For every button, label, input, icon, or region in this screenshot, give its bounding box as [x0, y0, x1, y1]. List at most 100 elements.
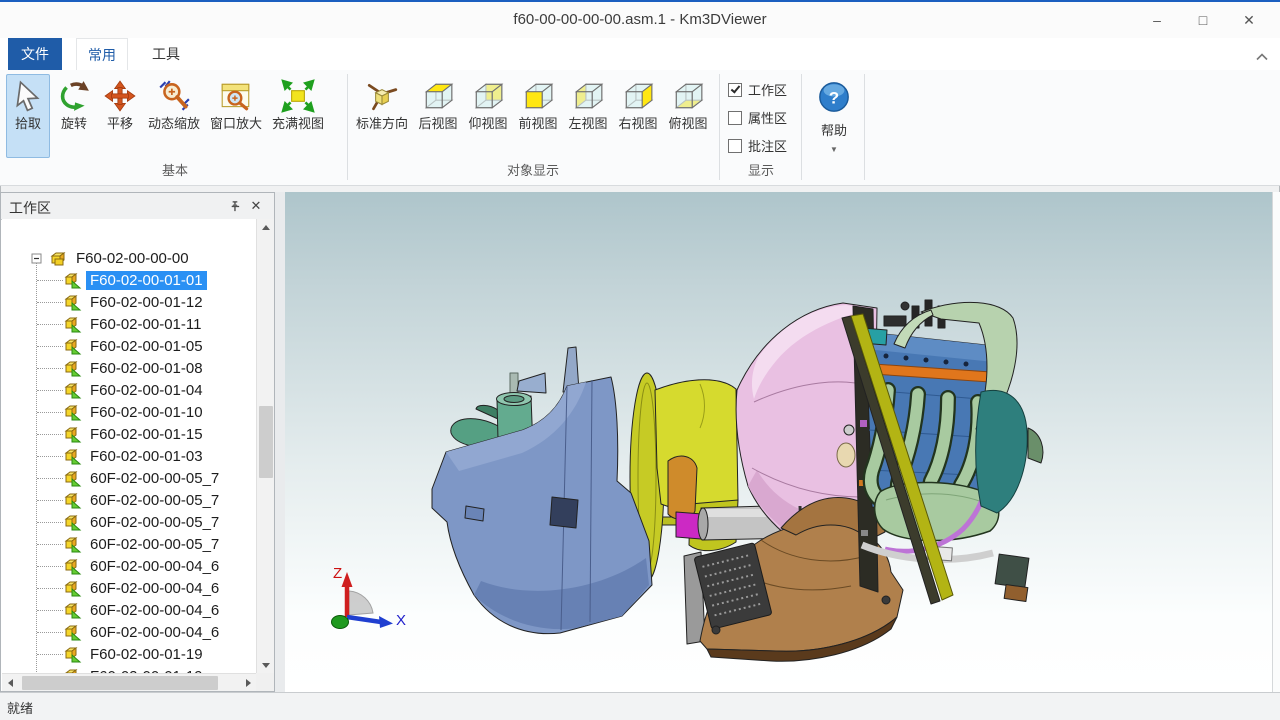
window-controls: – □ ✕	[1134, 2, 1272, 38]
ribbon-button-pick-cursor[interactable]: 拾取	[6, 74, 50, 158]
scroll-right-arrow[interactable]	[240, 674, 256, 691]
tree-item[interactable]: F60-02-00-01-12	[2, 291, 207, 313]
tree-item[interactable]: 60F-02-00-00-05_7	[2, 533, 223, 555]
tree-connector	[37, 610, 63, 611]
status-text: 就绪	[7, 698, 33, 717]
checkbox-label: 工作区	[748, 80, 787, 99]
ribbon-group-display: 工作区属性区批注区 显示	[724, 70, 798, 182]
button-label: 平移	[107, 116, 133, 132]
scroll-up-arrow[interactable]	[257, 219, 275, 235]
tree-item-label: 60F-02-00-00-05_7	[86, 513, 223, 532]
checkbox-icon[interactable]	[728, 111, 742, 125]
tree-item[interactable]: 60F-02-00-00-05_7	[2, 467, 223, 489]
tree-item[interactable]: F60-02-00-01-10	[2, 401, 207, 423]
tree-item[interactable]: F60-02-00-01-11	[2, 313, 205, 335]
checkbox-annotations[interactable]: 批注区	[728, 136, 787, 155]
tree-root-item[interactable]: F60-02-00-00-00	[2, 247, 193, 269]
maximize-button[interactable]: □	[1180, 2, 1226, 38]
part-icon	[63, 514, 82, 531]
ribbon-button-left-view-cube[interactable]: 左视图	[564, 74, 612, 158]
vertical-scroll-thumb[interactable]	[259, 406, 273, 478]
button-label: 动态缩放	[148, 116, 200, 132]
tree-item[interactable]: 60F-02-00-00-04_6	[2, 555, 223, 577]
tree-vertical-scrollbar[interactable]	[256, 219, 274, 673]
horizontal-scroll-thumb[interactable]	[22, 676, 218, 690]
button-label: 充满视图	[272, 116, 324, 132]
tree-horizontal-scrollbar[interactable]	[2, 673, 256, 691]
ribbon-button-right-view-cube[interactable]: 右视图	[614, 74, 662, 158]
tree-item-label: 60F-02-00-00-05_7	[86, 491, 223, 510]
workspace-panel-header: 工作区 ✕	[1, 193, 274, 220]
checkbox-icon[interactable]	[728, 139, 742, 153]
viewport-3d[interactable]: Z X	[285, 192, 1272, 692]
tree-item[interactable]: 60F-02-00-00-04_6	[2, 599, 223, 621]
ribbon-collapse-icon[interactable]	[1256, 48, 1268, 56]
help-button[interactable]: ? 帮助 ▼	[806, 74, 862, 178]
right-view-cube-icon	[621, 79, 655, 113]
workspace-panel-title: 工作区	[9, 198, 51, 218]
pin-icon[interactable]	[226, 198, 242, 214]
tree-item[interactable]: F60-02-00-01-08	[2, 357, 207, 379]
tab-common[interactable]: 常用	[76, 38, 128, 70]
button-label: 仰视图	[468, 116, 507, 132]
tree-item-label: F60-02-00-01-11	[86, 315, 205, 334]
back-view-cube-icon	[421, 79, 455, 113]
tree-item-label: F60-02-00-01-05	[86, 337, 207, 356]
ribbon-button-bottom-view-cube[interactable]: 仰视图	[464, 74, 512, 158]
tree-item[interactable]: F60-02-00-01-19	[2, 665, 207, 673]
ribbon-button-window-zoom[interactable]: 窗口放大	[206, 74, 266, 158]
tree-item-selected[interactable]: F60-02-00-01-01	[2, 269, 207, 291]
bottom-view-cube-icon	[471, 79, 505, 113]
top-view-cube-icon	[671, 79, 705, 113]
tree-item[interactable]: 60F-02-00-00-05_7	[2, 511, 223, 533]
tree-item-label: F60-02-00-01-03	[86, 447, 207, 466]
tree-item[interactable]: F60-02-00-01-05	[2, 335, 207, 357]
ribbon-group-object-display: 标准方向后视图仰视图前视图左视图右视图俯视图 对象显示	[352, 70, 714, 182]
ribbon-button-front-view-cube[interactable]: 前视图	[514, 74, 562, 158]
titlebar: f60-00-00-00-00.asm.1 - Km3DViewer – □ ✕	[0, 0, 1280, 38]
tree-connector	[37, 566, 63, 567]
rotate-icon	[57, 79, 91, 113]
ribbon-button-dynamic-zoom[interactable]: 动态缩放	[144, 74, 204, 158]
checkbox-workspace[interactable]: 工作区	[728, 80, 787, 99]
checkbox-icon[interactable]	[728, 83, 742, 97]
window-zoom-icon	[219, 79, 253, 113]
model-3d: Z X	[285, 192, 1272, 692]
button-label: 右视图	[618, 116, 657, 132]
svg-text:?: ?	[829, 89, 839, 108]
ribbon-button-pan[interactable]: 平移	[98, 74, 142, 158]
tree-connector	[37, 544, 63, 545]
tree-item[interactable]: 60F-02-00-00-04_6	[2, 621, 223, 643]
help-dropdown-icon[interactable]: ▼	[830, 145, 838, 154]
tree-item[interactable]: 60F-02-00-00-04_6	[2, 577, 223, 599]
part-icon	[63, 272, 82, 289]
tree-item[interactable]: F60-02-00-01-19	[2, 643, 207, 665]
tree-connector	[37, 588, 63, 589]
checkbox-properties[interactable]: 属性区	[728, 108, 787, 127]
close-button[interactable]: ✕	[1226, 2, 1272, 38]
expand-collapse-icon[interactable]	[28, 250, 47, 267]
ribbon-button-top-view-cube[interactable]: 俯视图	[664, 74, 712, 158]
scroll-left-arrow[interactable]	[2, 674, 18, 691]
fit-view-icon	[281, 79, 315, 113]
ribbon-button-standard-orientation[interactable]: 标准方向	[352, 74, 412, 158]
app-window: f60-00-00-00-00.asm.1 - Km3DViewer – □ ✕…	[0, 0, 1280, 720]
tree-connector	[37, 346, 63, 347]
tab-file[interactable]: 文件	[8, 38, 62, 70]
workspace-panel: 工作区 ✕ F60-02-00-00-00F60-02-00-01-01F60-…	[0, 192, 275, 692]
tree-item[interactable]: F60-02-00-01-04	[2, 379, 207, 401]
part-icon	[63, 338, 82, 355]
panel-close-icon[interactable]: ✕	[248, 198, 264, 214]
tree-item[interactable]: F60-02-00-01-15	[2, 423, 207, 445]
button-label: 后视图	[418, 116, 457, 132]
ribbon-button-back-view-cube[interactable]: 后视图	[414, 74, 462, 158]
tree-item[interactable]: F60-02-00-01-03	[2, 445, 207, 467]
button-label: 俯视图	[668, 116, 707, 132]
scroll-down-arrow[interactable]	[257, 657, 275, 673]
ribbon-button-rotate[interactable]: 旋转	[52, 74, 96, 158]
tree-item-label: F60-02-00-01-08	[86, 359, 207, 378]
tab-tools[interactable]: 工具	[142, 38, 190, 70]
ribbon-button-fit-view[interactable]: 充满视图	[268, 74, 328, 158]
minimize-button[interactable]: –	[1134, 2, 1180, 38]
tree-item[interactable]: 60F-02-00-00-05_7	[2, 489, 223, 511]
